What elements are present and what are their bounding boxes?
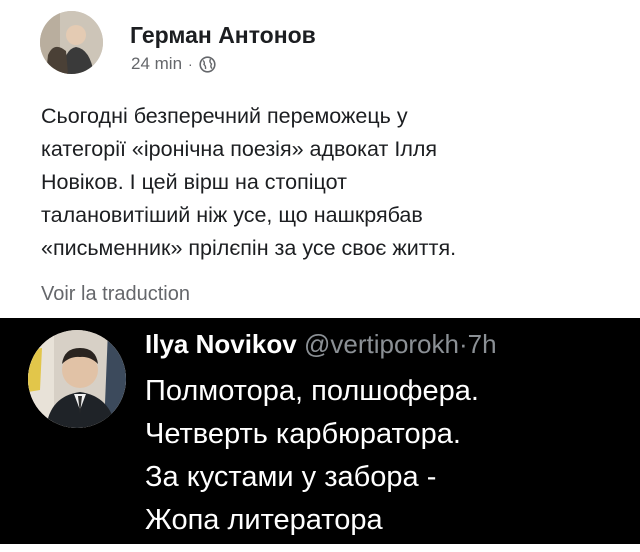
tweet-line: Полмотора, полшофера.: [145, 375, 479, 407]
tweet-line: Жопа литератора: [145, 504, 383, 536]
author-name[interactable]: Герман Антонов: [130, 22, 316, 49]
post-time[interactable]: 24 min: [131, 54, 182, 74]
tweet-time[interactable]: 7h: [468, 329, 497, 359]
tweet-author-name[interactable]: Ilya Novikov: [145, 329, 297, 359]
post-text-line: «письменник» прілєпін за усе своє життя.: [41, 236, 457, 260]
bottom-divider: [0, 544, 640, 552]
tweet-line: Четверть карбюратора.: [145, 418, 461, 450]
globe-icon: [199, 55, 216, 73]
tweet-separator: ·: [458, 329, 468, 359]
embedded-tweet: Ilya Novikov @vertiporokh·7h Полмотора, …: [0, 318, 640, 544]
post-text-line: талановитіший ніж усе, що нашкрябав: [41, 203, 423, 227]
translate-link[interactable]: Voir la traduction: [41, 283, 190, 306]
tweet-text: Полмотора, полшофера. Четверть карбюрато…: [145, 370, 479, 542]
tweet-avatar[interactable]: [28, 330, 126, 428]
facebook-post-card: Герман Антонов 24 min · Сьогодні безпере…: [0, 0, 640, 318]
meta-separator: ·: [188, 56, 193, 72]
tweet-handle[interactable]: @vertiporokh: [304, 329, 459, 359]
post-text: Сьогодні безперечний переможець у катего…: [41, 100, 601, 265]
tweet-line: За кустами у забора -: [145, 461, 437, 493]
post-text-line: Новіков. І цей вірш на стопіцот: [41, 170, 347, 194]
post-meta: 24 min ·: [131, 54, 216, 74]
tweet-header: Ilya Novikov @vertiporokh·7h: [145, 329, 497, 360]
post-text-line: категорії «іронічна поезія» адвокат Ілля: [41, 137, 438, 161]
post-text-line: Сьогодні безперечний переможець у: [41, 104, 408, 128]
author-avatar[interactable]: [40, 11, 103, 74]
